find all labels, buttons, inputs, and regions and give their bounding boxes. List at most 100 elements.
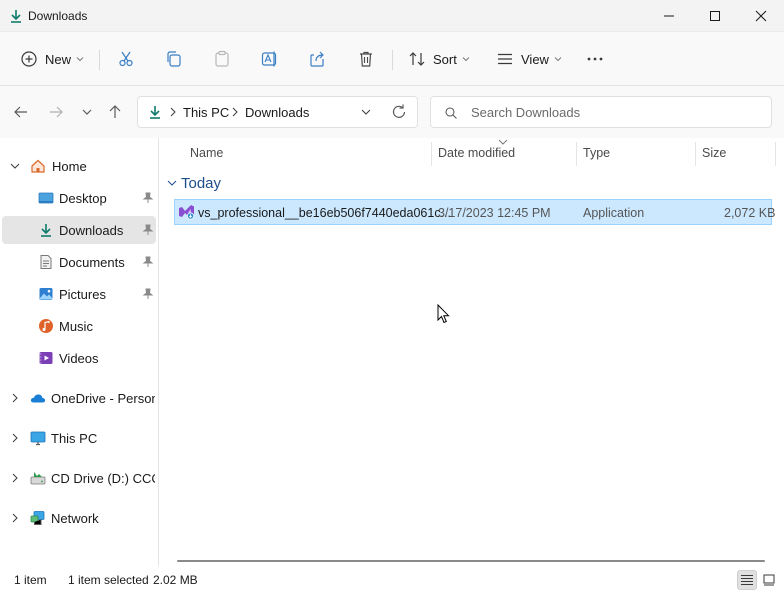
- sort-label: Sort: [433, 51, 457, 67]
- file-type: Application: [583, 206, 645, 220]
- delete-button[interactable]: [357, 45, 375, 73]
- pin-icon[interactable]: [142, 256, 154, 268]
- column-header-date-modified[interactable]: Date modified: [438, 146, 515, 160]
- breadcrumb-downloads[interactable]: Downloads: [245, 105, 309, 120]
- pin-icon[interactable]: [142, 288, 154, 300]
- sidebar-item-desktop[interactable]: Desktop: [2, 184, 156, 212]
- cd-drive-icon: [30, 472, 46, 485]
- table-row[interactable]: vs_professional__be16eb506f7440eda061c..…: [174, 199, 775, 225]
- cut-icon: [119, 51, 133, 67]
- sidebar-label: OneDrive - Personal: [51, 391, 155, 406]
- sidebar-item-network[interactable]: Network: [2, 504, 156, 532]
- address-bar[interactable]: This PC Downloads: [137, 96, 418, 128]
- status-selected-count: 1 item selected: [68, 573, 149, 587]
- paste-icon: [215, 50, 229, 67]
- file-date-modified: 3/17/2023 12:45 PM: [438, 206, 551, 220]
- download-icon: [11, 10, 21, 23]
- column-divider[interactable]: [775, 142, 776, 166]
- sidebar-label: Pictures: [59, 287, 106, 302]
- sidebar-item-downloads[interactable]: Downloads: [2, 216, 156, 244]
- chevron-down-icon[interactable]: [10, 161, 20, 171]
- chevron-right-icon[interactable]: [10, 473, 20, 483]
- sidebar-item-videos[interactable]: Videos: [2, 344, 156, 372]
- close-icon: [755, 10, 767, 22]
- sidebar-label: Downloads: [59, 223, 124, 238]
- arrow-left-icon: [14, 106, 27, 118]
- share-button[interactable]: [309, 45, 327, 73]
- chevron-down-icon: [462, 57, 470, 62]
- column-header-name[interactable]: Name: [190, 146, 223, 160]
- minimize-button[interactable]: [646, 0, 692, 32]
- chevron-down-icon: [82, 109, 92, 115]
- mouse-cursor-icon: [437, 304, 450, 324]
- sidebar-label: Network: [51, 511, 99, 526]
- search-placeholder: Search Downloads: [471, 105, 581, 120]
- copy-icon: [167, 51, 181, 67]
- window-title: Downloads: [28, 9, 88, 23]
- sidebar-item-this-pc[interactable]: This PC: [2, 424, 156, 452]
- chevron-right-icon[interactable]: [10, 393, 20, 403]
- close-button[interactable]: [738, 0, 784, 32]
- chevron-down-icon[interactable]: [167, 178, 177, 188]
- paste-button[interactable]: [213, 45, 231, 73]
- chevron-right-icon[interactable]: [10, 513, 20, 523]
- documents-icon: [40, 255, 52, 269]
- sidebar-item-music[interactable]: Music: [2, 312, 156, 340]
- new-button[interactable]: New: [20, 45, 84, 73]
- sidebar-item-documents[interactable]: Documents: [2, 248, 156, 276]
- column-header-size[interactable]: Size: [702, 146, 726, 160]
- recent-locations-button[interactable]: [78, 103, 96, 121]
- view-button[interactable]: View: [496, 45, 562, 73]
- sidebar-label: This PC: [51, 431, 98, 446]
- rename-icon: [261, 51, 277, 67]
- forward-button[interactable]: [47, 103, 65, 121]
- back-button[interactable]: [12, 103, 30, 121]
- status-selected-size: 2.02 MB: [153, 573, 198, 587]
- chevron-down-icon[interactable]: [361, 107, 371, 117]
- minimize-icon: [664, 15, 674, 17]
- maximize-button[interactable]: [692, 0, 738, 32]
- pin-icon[interactable]: [142, 224, 154, 236]
- group-header-today[interactable]: Today: [181, 175, 221, 192]
- thumbnail-view-button[interactable]: [759, 570, 779, 590]
- sidebar-item-cd-drive[interactable]: CD Drive (D:) CCCO: [2, 464, 156, 492]
- command-bar: New Sort View: [0, 32, 784, 86]
- copy-button[interactable]: [165, 45, 183, 73]
- details-view-icon: [741, 575, 753, 585]
- column-divider[interactable]: [431, 142, 432, 166]
- refresh-icon[interactable]: [390, 103, 408, 121]
- download-icon: [41, 224, 51, 237]
- pin-icon[interactable]: [142, 192, 154, 204]
- column-header-type[interactable]: Type: [583, 146, 610, 160]
- view-label: View: [521, 51, 549, 67]
- more-options-button[interactable]: [586, 45, 604, 73]
- horizontal-scrollbar[interactable]: [177, 560, 765, 562]
- sidebar-label: Desktop: [59, 191, 107, 206]
- chevron-right-icon: [170, 107, 176, 117]
- chevron-right-icon[interactable]: [10, 433, 20, 443]
- file-name[interactable]: vs_professional__be16eb506f7440eda061c..…: [198, 206, 451, 220]
- new-label: New: [45, 51, 72, 67]
- up-button[interactable]: [106, 103, 124, 121]
- details-view-button[interactable]: [737, 570, 757, 590]
- navigation-pane: Home Desktop Downloads Documents Picture…: [0, 138, 158, 566]
- search-icon: [445, 107, 457, 119]
- maximize-icon: [710, 11, 720, 21]
- search-input[interactable]: Search Downloads: [430, 96, 772, 128]
- sidebar-item-pictures[interactable]: Pictures: [2, 280, 156, 308]
- sidebar-item-onedrive[interactable]: OneDrive - Personal: [2, 384, 156, 412]
- home-icon: [31, 159, 45, 173]
- cut-button[interactable]: [117, 45, 135, 73]
- share-icon: [310, 51, 324, 67]
- sidebar-label: Documents: [59, 255, 125, 270]
- monitor-icon: [30, 431, 46, 446]
- sidebar-label: Videos: [59, 351, 99, 366]
- large-icons-view-icon: [763, 574, 775, 586]
- sort-button[interactable]: Sort: [408, 45, 470, 73]
- column-divider[interactable]: [695, 142, 696, 166]
- sidebar-item-home[interactable]: Home: [2, 152, 156, 180]
- column-divider[interactable]: [576, 142, 577, 166]
- visual-studio-installer-icon: [179, 205, 195, 220]
- breadcrumb-this-pc[interactable]: This PC: [183, 105, 229, 120]
- rename-button[interactable]: [261, 45, 279, 73]
